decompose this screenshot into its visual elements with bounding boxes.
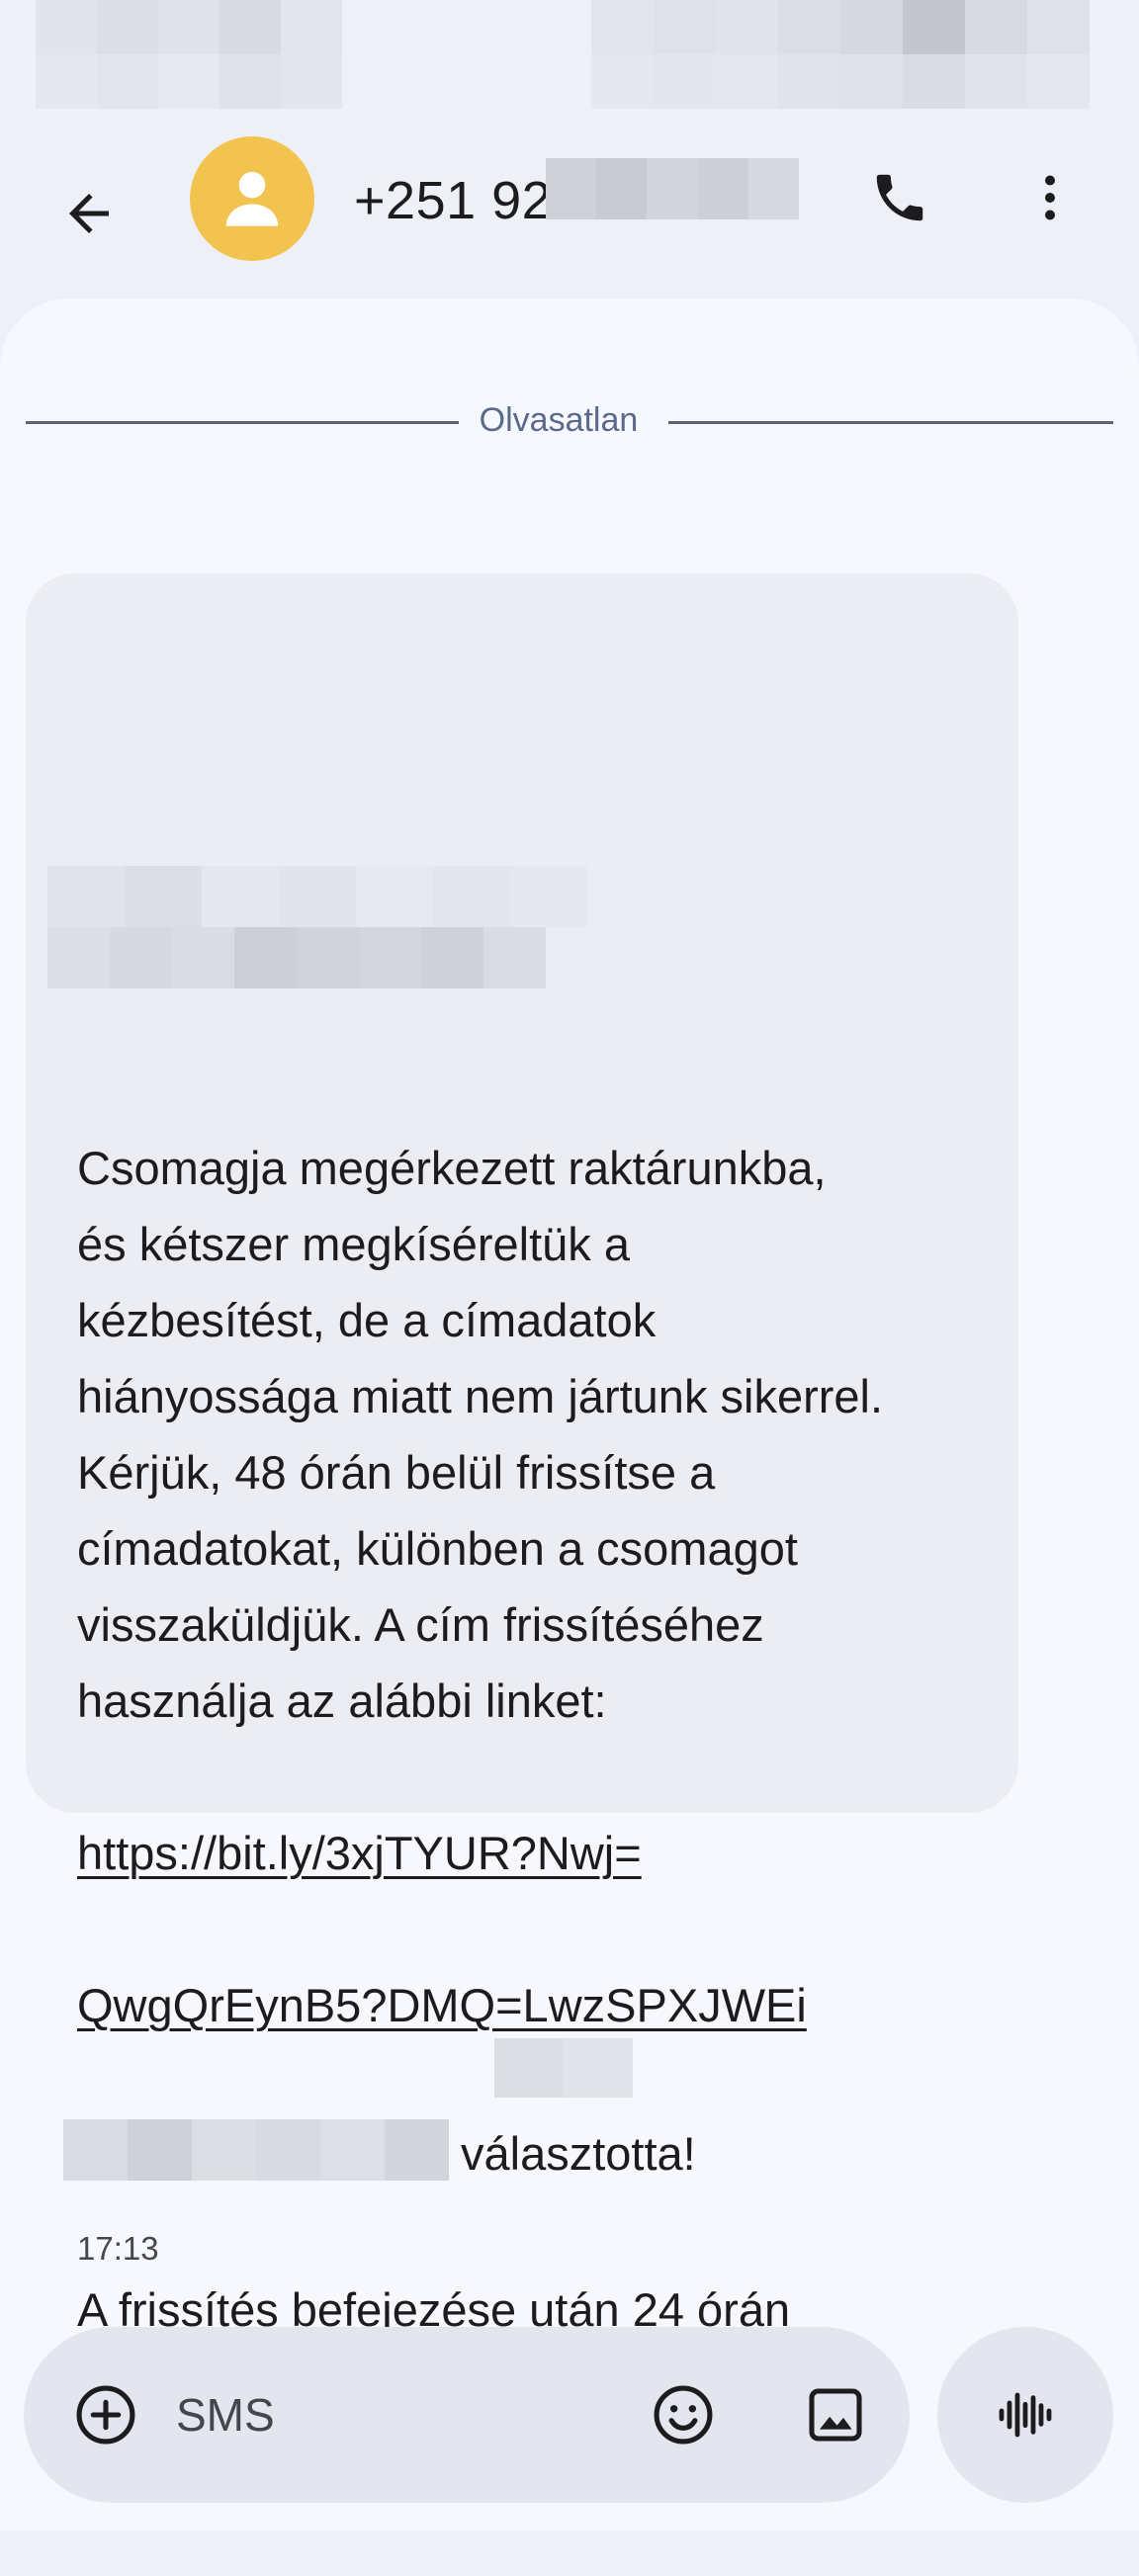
message-link-line-2[interactable]: QwgQrEynB5?DMQ=LwzSPXJWEi [77, 1979, 807, 2031]
voice-icon [999, 2392, 1052, 2438]
redacted-company-name-part1 [494, 2038, 633, 2098]
unread-divider-line-right [668, 421, 1113, 424]
message-closing: választotta! [461, 2127, 696, 2180]
call-button[interactable] [850, 148, 949, 247]
more-vert-icon [1045, 175, 1055, 220]
message-composer[interactable] [24, 2327, 910, 2503]
attach-button[interactable] [61, 2370, 150, 2459]
redacted-message-header-line2 [47, 927, 546, 988]
more-options-button[interactable] [1001, 148, 1099, 247]
redacted-contact-number [546, 158, 799, 219]
top-app-bar: +251 92 [0, 109, 1139, 297]
status-bar [0, 0, 1139, 109]
contact-avatar[interactable] [190, 136, 314, 261]
contact-number-text: +251 92 [354, 171, 553, 230]
emoji-icon [654, 2385, 713, 2445]
redacted-status-right [591, 0, 1090, 109]
redacted-status-left [36, 0, 342, 109]
redacted-message-header-line1 [47, 866, 587, 927]
message-timestamp: 17:13 [77, 2230, 159, 2267]
emoji-button[interactable] [639, 2370, 728, 2459]
phone-icon [876, 174, 923, 221]
image-icon [809, 2388, 862, 2442]
add-icon [76, 2385, 135, 2445]
unread-divider-label: Olvasatlan [479, 401, 639, 439]
person-icon [225, 171, 279, 226]
message-link-line-1[interactable]: https://bit.ly/3xjTYUR?Nwj= [77, 1827, 642, 1879]
sms-input[interactable]: SMS [176, 2388, 275, 2442]
message-paragraph-1: Csomagja megérkezett raktárunkba, és két… [77, 1142, 884, 1727]
unread-divider-line-left [26, 421, 459, 424]
contact-number[interactable]: +251 92 [354, 170, 552, 231]
voice-message-button[interactable] [937, 2327, 1113, 2503]
gallery-button[interactable] [791, 2370, 880, 2459]
redacted-company-name-part2 [63, 2119, 449, 2181]
back-button[interactable] [40, 164, 138, 263]
arrow-back-icon [69, 194, 109, 233]
